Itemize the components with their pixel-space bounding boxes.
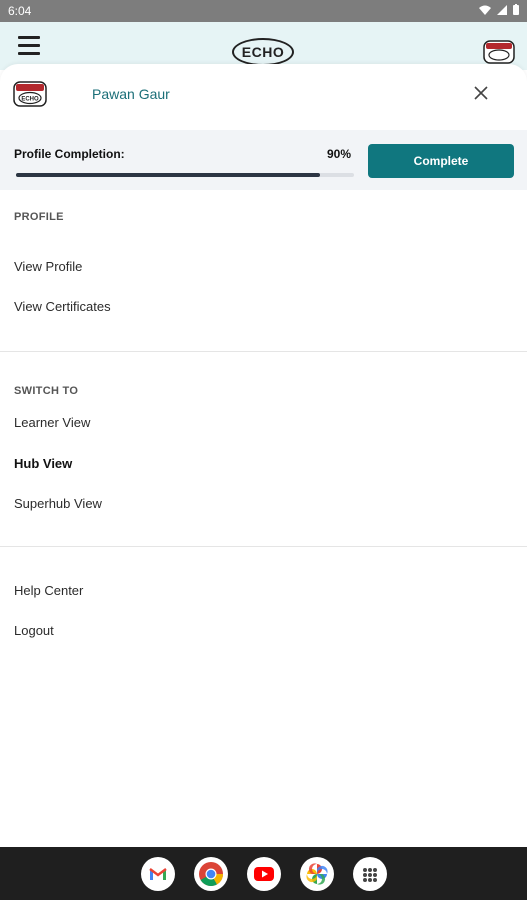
chrome-icon[interactable]: [194, 857, 228, 891]
divider: [0, 351, 527, 352]
status-bar: 6:04: [0, 0, 527, 22]
bottom-dock: [0, 847, 527, 900]
profile-completion-label: Profile Completion:: [14, 147, 125, 161]
menu-icon[interactable]: [18, 36, 40, 55]
view-certificates-link[interactable]: View Certificates: [14, 299, 111, 314]
wifi-icon: [479, 5, 491, 15]
gmail-icon[interactable]: [141, 857, 175, 891]
battery-icon: [513, 4, 519, 15]
divider: [0, 546, 527, 547]
profile-avatar-icon[interactable]: [483, 40, 515, 64]
complete-profile-button[interactable]: Complete: [368, 144, 514, 178]
status-icons: [479, 4, 519, 15]
user-name: Pawan Gaur: [92, 86, 170, 102]
progress-fill: [16, 173, 321, 177]
close-icon[interactable]: [466, 78, 496, 108]
profile-section-title: PROFILE: [14, 211, 64, 223]
profile-completion-progress: [16, 173, 354, 177]
app-drawer-icon[interactable]: [353, 857, 387, 891]
youtube-icon[interactable]: [247, 857, 281, 891]
svg-text:ECHO: ECHO: [21, 97, 39, 103]
hub-view-link[interactable]: Hub View: [14, 456, 72, 471]
superhub-view-link[interactable]: Superhub View: [14, 496, 102, 511]
photos-icon[interactable]: [300, 857, 334, 891]
status-time: 6:04: [8, 4, 32, 18]
echo-logo: ECHO: [232, 38, 294, 66]
user-avatar-icon: ECHO: [13, 81, 47, 107]
app-bar: ECHO: [0, 22, 527, 70]
profile-completion-value: 90%: [327, 147, 352, 161]
help-center-link[interactable]: Help Center: [14, 583, 83, 598]
learner-view-link[interactable]: Learner View: [14, 415, 90, 430]
drawer-header: ECHO Pawan Gaur: [0, 64, 527, 130]
switch-section-title: SWITCH TO: [14, 385, 79, 397]
navigation-drawer: ECHO Pawan Gaur Profile Completion: 90% …: [0, 64, 527, 847]
view-profile-link[interactable]: View Profile: [14, 259, 82, 274]
logout-link[interactable]: Logout: [14, 623, 54, 638]
signal-icon: [497, 4, 507, 15]
